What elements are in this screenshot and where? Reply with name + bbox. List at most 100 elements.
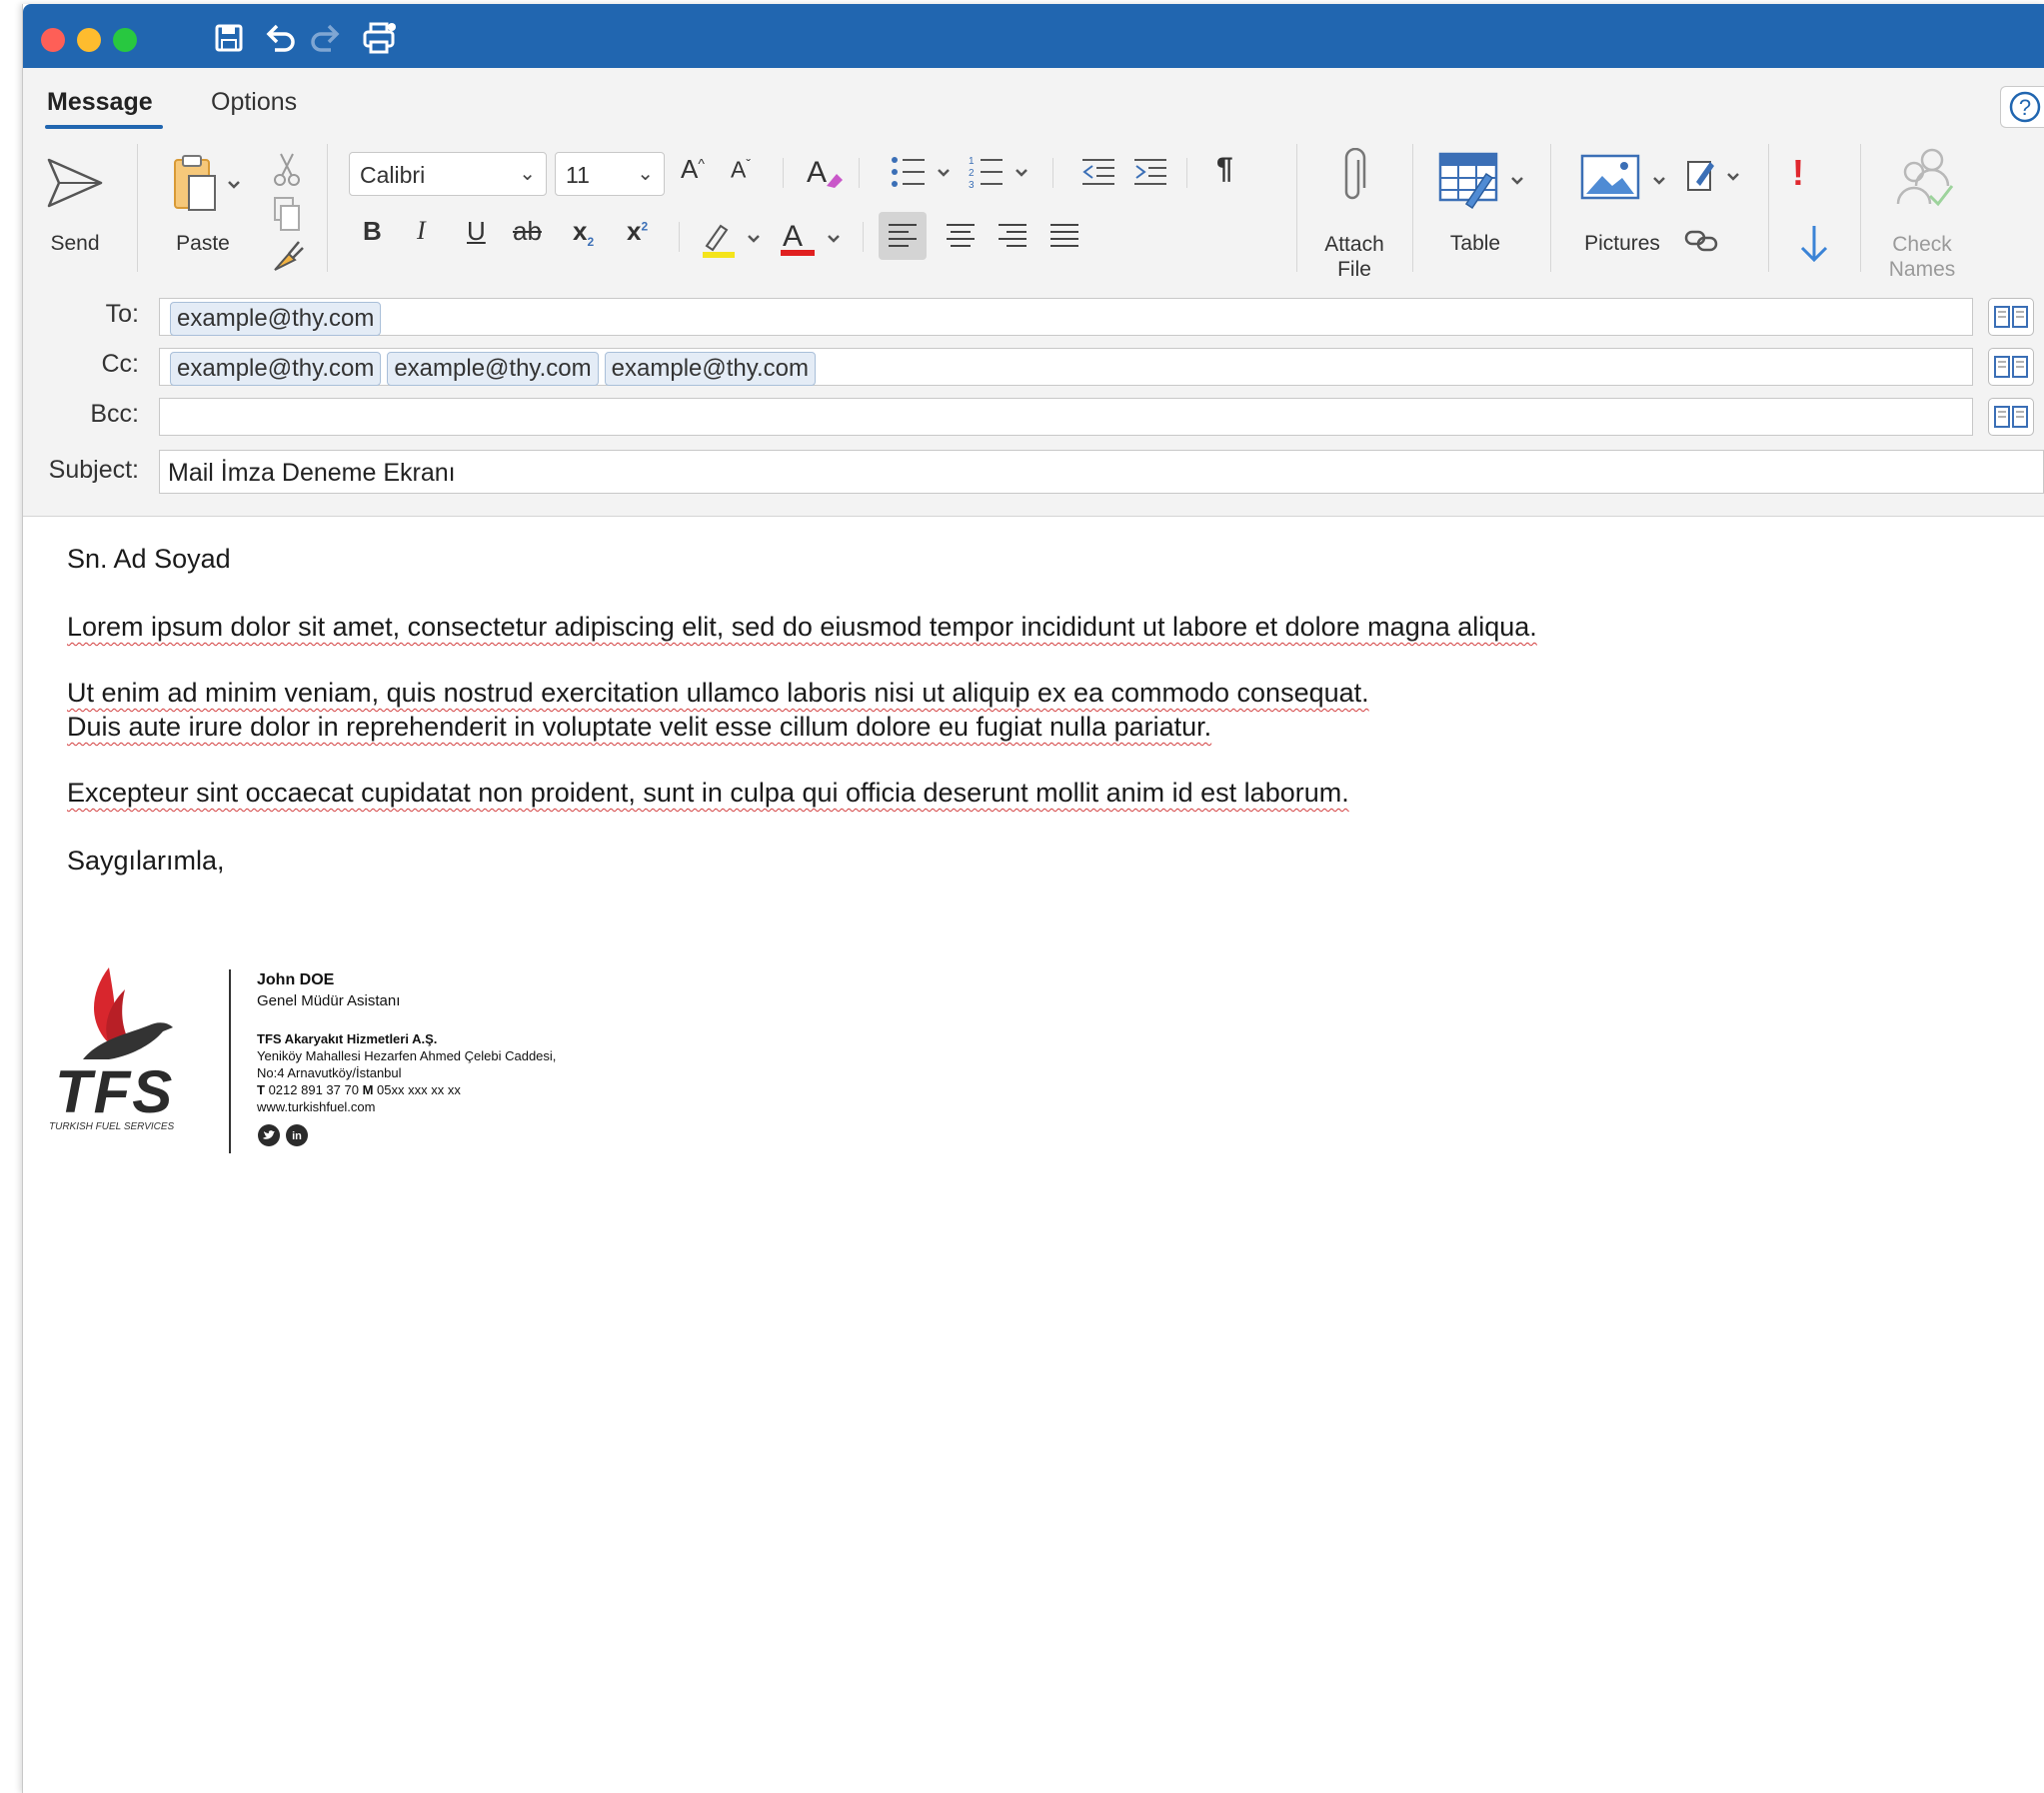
signature-icon[interactable]	[1682, 156, 1754, 196]
ribbon-tabs: Message Options ?	[23, 68, 2044, 136]
table-label: Table	[1449, 232, 1501, 255]
underline-button[interactable]: U	[467, 216, 486, 247]
signature-phones: T 0212 891 37 70 M 05xx xxx xx xx	[257, 1082, 461, 1097]
recipient-chip[interactable]: example@thy.com	[387, 352, 599, 386]
body-paragraph-2b[interactable]: Duis aute irure dolor in reprehenderit i…	[67, 712, 1211, 743]
compose-window: Message Options ? Send Paste Calibri ⌄ 1…	[22, 4, 2044, 1793]
pictures-label: Pictures	[1584, 232, 1660, 255]
cc-field[interactable]: example@thy.com example@thy.com example@th…	[159, 348, 1973, 386]
body-closing[interactable]: Saygılarımla,	[67, 846, 225, 877]
ribbon-separator	[863, 222, 864, 252]
subject-field[interactable]: Mail İmza Deneme Ekranı	[159, 450, 2044, 494]
twitter-icon[interactable]	[257, 1123, 281, 1147]
justify-icon[interactable]	[1040, 212, 1088, 260]
ribbon-separator	[783, 158, 784, 188]
align-left-button[interactable]	[879, 212, 927, 260]
font-size-value: 11	[566, 162, 590, 188]
superscript-button[interactable]: x2	[627, 216, 648, 247]
to-label: To:	[105, 300, 139, 328]
body-paragraph-3[interactable]: Excepteur sint occaecat cupidatat non pr…	[67, 778, 1349, 809]
italic-button[interactable]: I	[417, 216, 426, 246]
format-painter-icon[interactable]	[267, 236, 307, 276]
help-button[interactable]: ?	[2000, 86, 2044, 128]
show-formatting-button[interactable]: ¶	[1216, 152, 1233, 186]
recipient-chip[interactable]: example@thy.com	[170, 352, 382, 386]
to-field[interactable]: example@thy.com	[159, 298, 1973, 336]
check-names-icon	[1896, 148, 1954, 207]
align-left-icon	[889, 224, 917, 247]
attach-file-label: Attach File	[1324, 233, 1384, 281]
numbering-icon[interactable]: 1 2 3	[969, 152, 1038, 192]
signature-title: Genel Müdür Asistanı	[257, 992, 401, 1009]
svg-text:1: 1	[969, 156, 975, 167]
bold-button[interactable]: B	[363, 216, 382, 247]
ribbon-separator	[1186, 158, 1187, 188]
table-icon	[1438, 152, 1523, 210]
attach-file-button[interactable]: Attach File	[1308, 148, 1400, 281]
increase-indent-icon[interactable]	[1130, 152, 1170, 192]
copy-icon[interactable]	[267, 194, 307, 234]
font-color-icon[interactable]: A	[777, 214, 847, 260]
print-icon[interactable]	[359, 18, 399, 58]
address-book-icon	[1994, 406, 2028, 428]
font-name-dropdown[interactable]: Calibri ⌄	[349, 152, 547, 196]
subscript-button[interactable]: x2	[573, 216, 594, 249]
chevron-down-icon: ⌄	[519, 163, 536, 185]
ribbon-separator	[1550, 144, 1551, 272]
check-names-label: Check Names	[1888, 233, 1956, 281]
recipient-chip[interactable]: example@thy.com	[604, 352, 816, 386]
svg-text:?: ?	[2019, 95, 2031, 120]
company-logo: TFS TURKISH FUEL SERVICES	[49, 963, 229, 1143]
zoom-window-button[interactable]	[113, 28, 137, 52]
cc-label: Cc:	[101, 350, 140, 378]
clear-formatting-icon[interactable]: A	[803, 150, 847, 194]
body-greeting[interactable]: Sn. Ad Soyad	[67, 544, 231, 575]
pictures-button[interactable]: Pictures	[1562, 148, 1682, 268]
link-icon[interactable]	[1682, 222, 1722, 258]
body-paragraph-2a[interactable]: Ut enim ad minim veniam, quis nostrud ex…	[67, 678, 1369, 709]
check-names-button[interactable]: Check Names	[1872, 146, 1972, 281]
picture-icon	[1580, 154, 1665, 200]
bcc-label: Bcc:	[90, 400, 139, 428]
grow-font-button[interactable]: A^	[681, 154, 705, 185]
undo-icon[interactable]	[259, 18, 299, 58]
linkedin-icon[interactable]: in	[285, 1123, 309, 1147]
phone-label: T	[257, 1082, 265, 1097]
tab-options[interactable]: Options	[211, 88, 297, 117]
address-book-icon	[1994, 356, 2028, 378]
address-book-icon	[1994, 306, 2028, 328]
ribbon-toolbar: Send Paste Calibri ⌄ 11 ⌄ A^ Aˇ A 1 2 3 …	[23, 136, 2044, 287]
body-paragraph-1[interactable]: Lorem ipsum dolor sit amet, consectetur …	[67, 612, 1537, 643]
minimize-window-button[interactable]	[77, 28, 101, 52]
ribbon-separator	[1412, 144, 1413, 272]
logo-tagline: TURKISH FUEL SERVICES	[49, 1121, 175, 1132]
table-button[interactable]: Table	[1426, 148, 1536, 268]
shrink-font-button[interactable]: Aˇ	[731, 156, 751, 184]
align-center-icon[interactable]	[937, 212, 985, 260]
decrease-indent-icon[interactable]	[1078, 152, 1118, 192]
cut-icon[interactable]	[267, 150, 307, 190]
bcc-field[interactable]	[159, 398, 1973, 436]
paste-button[interactable]: Paste	[153, 148, 253, 272]
align-right-icon[interactable]	[989, 212, 1036, 260]
tab-message[interactable]: Message	[47, 88, 153, 117]
address-book-button[interactable]	[1988, 298, 2034, 336]
address-book-button[interactable]	[1988, 398, 2034, 436]
bullets-icon[interactable]	[889, 152, 959, 192]
help-icon: ?	[2009, 91, 2041, 123]
ribbon-separator	[679, 222, 680, 252]
paste-label: Paste	[176, 232, 230, 255]
send-button[interactable]: Send	[35, 150, 115, 270]
low-importance-icon[interactable]	[1794, 222, 1834, 266]
recipient-chip[interactable]: example@thy.com	[170, 302, 382, 336]
signature-website[interactable]: www.turkishfuel.com	[257, 1099, 375, 1114]
redo-icon[interactable]	[307, 18, 347, 58]
high-importance-button[interactable]: !	[1792, 152, 1804, 194]
close-window-button[interactable]	[41, 28, 65, 52]
highlight-icon[interactable]	[699, 216, 769, 260]
strikethrough-button[interactable]: ab	[513, 216, 542, 247]
active-tab-indicator	[45, 125, 163, 129]
address-book-button[interactable]	[1988, 348, 2034, 386]
font-size-dropdown[interactable]: 11 ⌄	[555, 152, 665, 196]
save-icon[interactable]	[209, 18, 249, 58]
